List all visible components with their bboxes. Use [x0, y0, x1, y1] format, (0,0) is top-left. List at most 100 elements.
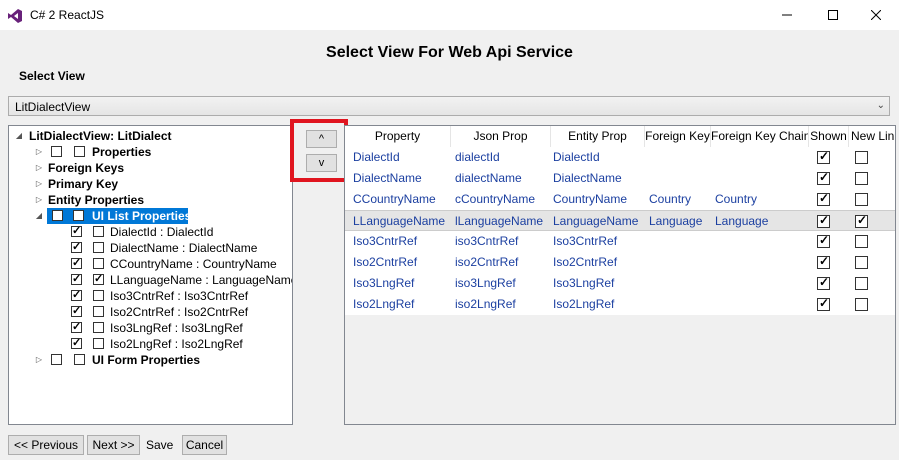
table-row[interactable]: DialectName dialectName DialectName — [345, 168, 895, 189]
table-cell[interactable]: Language — [715, 211, 807, 232]
table-cell[interactable]: Iso3LngRef — [353, 273, 451, 294]
column-header[interactable]: Foreign Key — [645, 126, 711, 147]
table-cell[interactable]: CCountryName — [353, 189, 451, 210]
shown-checkbox[interactable] — [71, 335, 82, 351]
table-cell[interactable]: DialectId — [553, 147, 645, 168]
expand-arrow-icon[interactable]: ▷ — [33, 352, 45, 368]
properties-tree[interactable]: ◢ LitDialectView: LitDialect ▷ Propertie… — [8, 125, 293, 425]
table-cell[interactable]: DialectId — [353, 147, 451, 168]
table-cell[interactable]: iso3CntrRef — [455, 231, 549, 252]
new-line-checkbox[interactable] — [855, 213, 868, 228]
collapse-arrow-icon[interactable]: ◢ — [33, 208, 45, 224]
shown-checkbox[interactable] — [817, 233, 830, 248]
shown-checkbox[interactable] — [71, 303, 82, 319]
new-line-checkbox[interactable] — [93, 242, 104, 253]
table-row[interactable]: LLanguageName lLanguageName LanguageName La… — [345, 210, 895, 232]
table-cell[interactable] — [715, 168, 807, 189]
table-cell[interactable]: Country — [715, 189, 807, 210]
table-cell[interactable]: iso3LngRef — [455, 273, 549, 294]
new-line-checkbox[interactable] — [855, 256, 868, 269]
cancel-button[interactable]: Cancel — [182, 435, 227, 455]
ui-form-checkbox-1[interactable] — [51, 354, 62, 365]
properties-grid[interactable]: Property Json Prop Entity Prop Foreign K… — [344, 125, 896, 425]
shown-checkbox[interactable] — [817, 191, 830, 206]
collapse-arrow-icon[interactable]: ◢ — [13, 128, 25, 144]
view-dropdown[interactable]: LitDialectView ⌄ — [8, 96, 890, 116]
table-cell[interactable]: Iso3CntrRef — [353, 231, 451, 252]
table-cell[interactable]: dialectId — [455, 147, 549, 168]
shown-checkbox[interactable] — [71, 255, 82, 271]
shown-checkbox[interactable] — [817, 213, 830, 228]
new-line-checkbox[interactable] — [855, 151, 868, 164]
shown-checkbox[interactable] — [817, 296, 830, 311]
shown-checkbox[interactable] — [71, 271, 82, 287]
shown-checkbox[interactable] — [71, 223, 82, 239]
table-cell[interactable]: Language — [649, 211, 711, 232]
table-cell[interactable]: iso2CntrRef — [455, 252, 549, 273]
ui-form-checkbox-2[interactable] — [74, 354, 85, 365]
close-button[interactable] — [853, 0, 899, 30]
table-cell[interactable]: Iso2LngRef — [553, 294, 645, 315]
table-row[interactable]: Iso2CntrRef iso2CntrRef Iso2CntrRef — [345, 252, 895, 273]
shown-checkbox[interactable] — [817, 149, 830, 164]
column-header[interactable]: Property — [345, 126, 451, 147]
table-cell[interactable] — [649, 231, 711, 252]
table-cell[interactable] — [649, 252, 711, 273]
table-cell[interactable] — [649, 168, 711, 189]
table-cell[interactable] — [649, 294, 711, 315]
shown-checkbox[interactable] — [817, 254, 830, 269]
table-cell[interactable] — [649, 273, 711, 294]
shown-checkbox[interactable] — [71, 239, 82, 255]
shown-checkbox[interactable] — [817, 275, 830, 290]
properties-checkbox-2[interactable] — [74, 146, 85, 157]
new-line-checkbox[interactable] — [855, 235, 868, 248]
expand-arrow-icon[interactable]: ▷ — [33, 176, 45, 192]
shown-checkbox[interactable] — [71, 287, 82, 303]
table-cell[interactable] — [649, 147, 711, 168]
table-cell[interactable]: Iso3LngRef — [553, 273, 645, 294]
new-line-checkbox[interactable] — [855, 172, 868, 185]
maximize-button[interactable] — [810, 0, 856, 30]
column-header[interactable]: Entity Prop — [551, 126, 645, 147]
next-button[interactable]: Next >> — [87, 435, 140, 455]
table-cell[interactable]: dialectName — [455, 168, 549, 189]
table-cell[interactable] — [715, 273, 807, 294]
column-header[interactable]: Json Prop — [451, 126, 551, 147]
expand-arrow-icon[interactable]: ▷ — [33, 144, 45, 160]
table-cell[interactable]: Iso2CntrRef — [553, 252, 645, 273]
table-cell[interactable]: Country — [649, 189, 711, 210]
new-line-checkbox[interactable] — [93, 271, 104, 287]
ui-list-checkbox-1[interactable] — [52, 210, 63, 221]
table-cell[interactable]: Iso2CntrRef — [353, 252, 451, 273]
table-cell[interactable]: DialectName — [353, 168, 451, 189]
minimize-button[interactable] — [764, 0, 810, 30]
new-line-checkbox[interactable] — [93, 338, 104, 349]
table-cell[interactable]: Iso2LngRef — [353, 294, 451, 315]
table-cell[interactable]: LanguageName — [553, 211, 645, 232]
table-cell[interactable]: cCountryName — [455, 189, 549, 210]
new-line-checkbox[interactable] — [93, 290, 104, 301]
table-row[interactable]: Iso3LngRef iso3LngRef Iso3LngRef — [345, 273, 895, 294]
table-row[interactable]: Iso2LngRef iso2LngRef Iso2LngRef — [345, 294, 895, 315]
expand-arrow-icon[interactable]: ▷ — [33, 160, 45, 176]
new-line-checkbox[interactable] — [855, 298, 868, 311]
table-cell[interactable]: CountryName — [553, 189, 645, 210]
table-row[interactable]: CCountryName cCountryName CountryName Count… — [345, 189, 895, 210]
shown-checkbox[interactable] — [71, 319, 82, 335]
properties-checkbox-1[interactable] — [51, 146, 62, 157]
previous-button[interactable]: << Previous — [8, 435, 84, 455]
table-cell[interactable] — [715, 231, 807, 252]
ui-list-checkbox-2[interactable] — [73, 210, 84, 221]
new-line-checkbox[interactable] — [93, 226, 104, 237]
table-cell[interactable]: LLanguageName — [353, 211, 451, 232]
new-line-checkbox[interactable] — [93, 258, 104, 269]
table-cell[interactable] — [715, 147, 807, 168]
table-cell[interactable] — [715, 294, 807, 315]
shown-checkbox[interactable] — [817, 170, 830, 185]
table-cell[interactable]: Iso3CntrRef — [553, 231, 645, 252]
table-cell[interactable]: DialectName — [553, 168, 645, 189]
new-line-checkbox[interactable] — [93, 306, 104, 317]
table-row[interactable]: Iso3CntrRef iso3CntrRef Iso3CntrRef — [345, 231, 895, 252]
new-line-checkbox[interactable] — [93, 322, 104, 333]
save-button[interactable]: Save — [146, 438, 173, 452]
